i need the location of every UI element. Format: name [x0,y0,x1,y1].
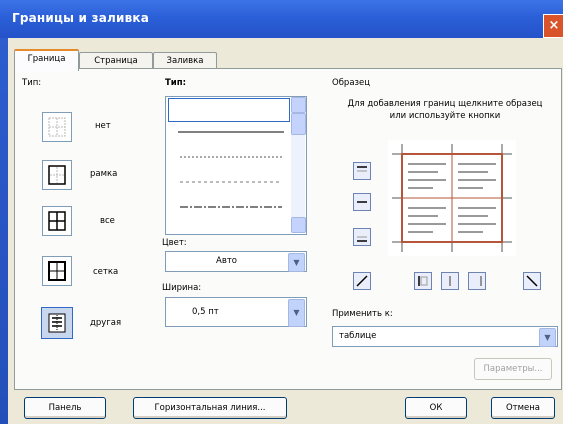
apply-label: Применить к: [332,309,393,319]
type-custom-label: другая [90,318,122,328]
scroll-thumb[interactable] [291,113,306,135]
style-scrollbar[interactable] [291,97,306,233]
tab-shading[interactable]: Заливка [153,52,217,69]
none-icon [48,117,66,137]
color-select[interactable]: Авто ▼ [165,251,307,272]
tab-page[interactable]: Страница [79,52,153,69]
apply-select[interactable]: таблице ▼ [332,326,558,347]
border-preview[interactable] [388,140,516,256]
width-label: Ширина: [162,283,202,293]
scroll-down-icon[interactable] [291,217,306,233]
color-value: Авто [216,256,237,266]
apply-value: таблице [339,331,377,341]
border-middle-icon [357,201,367,203]
preview-hint: Для добавления границ щелкните образец и… [347,99,543,121]
type-grid-button[interactable] [42,256,72,286]
type-box-button[interactable] [42,160,72,190]
diagonal-up-icon [356,275,368,287]
params-button[interactable]: Параметры... [474,358,552,380]
cancel-button[interactable]: Отмена [491,397,555,419]
type-grid-label: сетка [93,267,119,277]
box-icon [48,165,66,185]
type-custom-button[interactable] [41,307,73,339]
border-diag-down-button[interactable] [523,272,541,290]
color-label: Цвет: [162,238,187,248]
ok-button[interactable]: ОК [405,397,467,419]
horizontal-line-button[interactable]: Горизонтальная линия... [133,397,287,419]
preview-table-icon [392,144,512,252]
chevron-down-icon[interactable]: ▼ [539,328,556,347]
type-all-button[interactable] [42,206,72,236]
all-icon [48,211,66,231]
border-top-icon [357,166,367,172]
border-left-icon [418,276,428,286]
type-label: Тип: [22,78,42,88]
chevron-down-icon[interactable]: ▼ [288,299,305,327]
border-left-button[interactable] [414,272,432,290]
preview-label: Образец [332,78,371,88]
type-none-button[interactable] [42,112,72,142]
border-bottom-button[interactable] [353,228,371,246]
grid-icon [48,261,66,281]
window-title: Границы и заливка [12,11,150,25]
border-right-icon [480,276,482,286]
chevron-down-icon[interactable]: ▼ [288,253,305,272]
border-diag-up-button[interactable] [353,272,371,290]
width-value: 0,5 пт [192,307,219,317]
scroll-up-icon[interactable] [291,97,306,113]
border-top-button[interactable] [353,162,371,180]
diagonal-down-icon [526,275,538,287]
border-bottom-icon [357,236,367,242]
type-box-label: рамка [90,169,118,179]
type-all-label: все [100,216,115,226]
style-selected-none[interactable] [168,98,290,122]
panel-button[interactable]: Панель [24,397,106,419]
border-right-button[interactable] [468,272,486,290]
style-label: Тип: [165,78,187,88]
border-center-icon [449,276,451,286]
tab-borders[interactable]: Граница [14,49,79,71]
type-none-label: нет [95,121,111,131]
width-select[interactable]: 0,5 пт ▼ [165,297,307,327]
close-icon[interactable]: × [543,14,563,38]
border-inside-h-button[interactable] [353,193,371,211]
custom-icon [48,313,66,333]
border-inside-v-button[interactable] [441,272,459,290]
